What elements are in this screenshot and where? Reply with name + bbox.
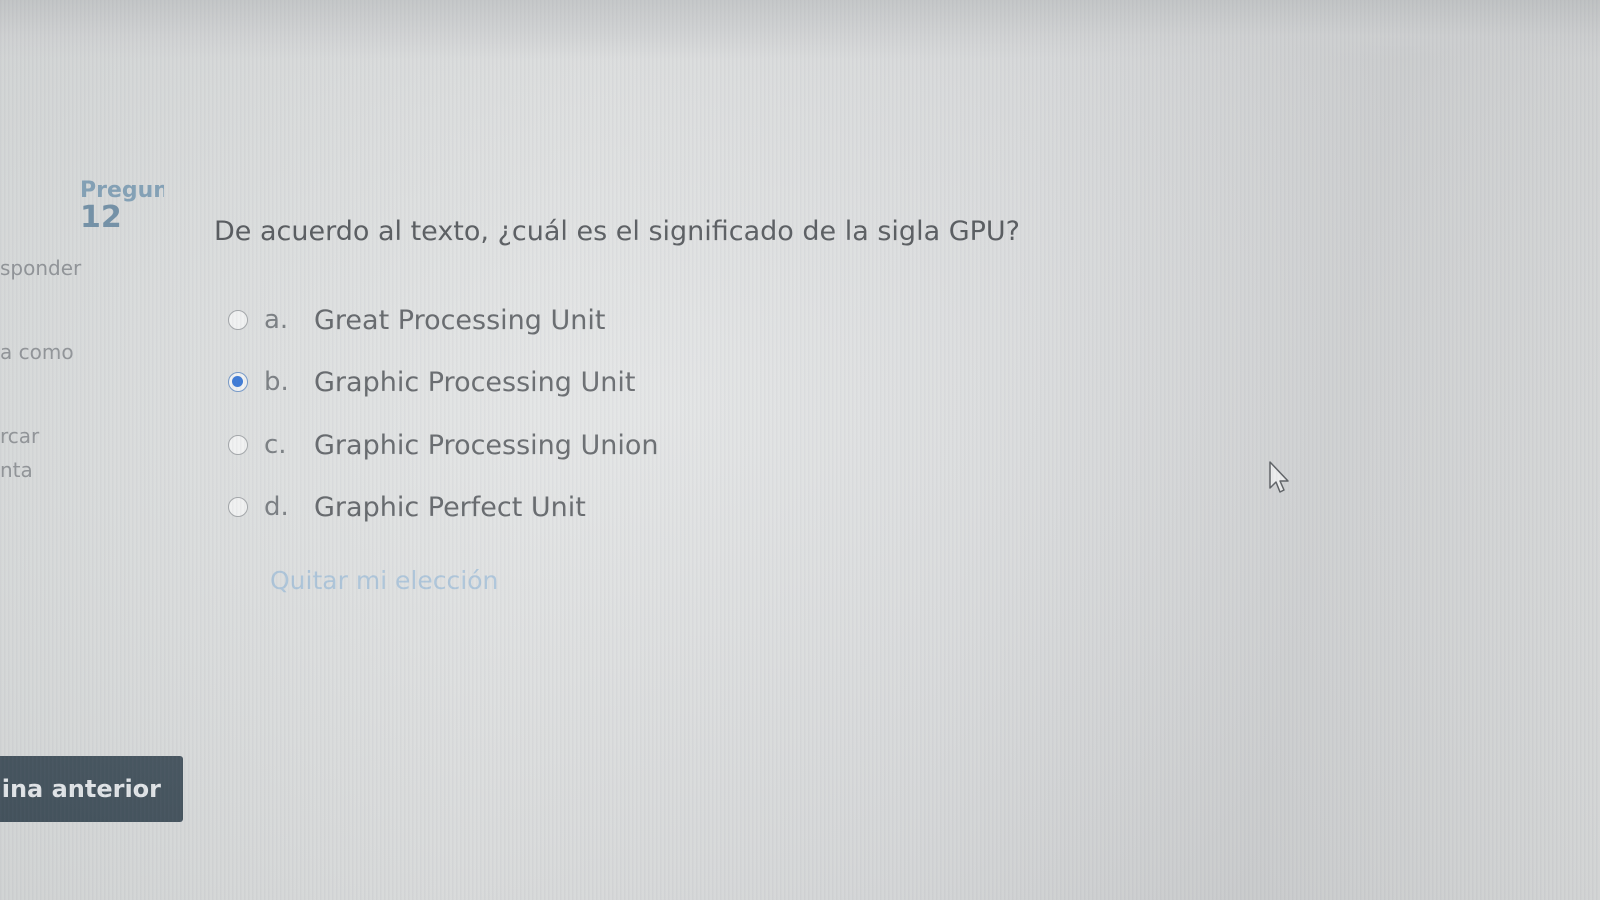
flag-question-link-line2[interactable]: nta [0,458,33,482]
answer-letter: a. [264,305,289,335]
answer-option-b[interactable]: b. Graphic Processing Unit [228,362,635,402]
radio-button-a[interactable] [228,310,248,330]
answer-option-c[interactable]: c. Graphic Processing Union [228,425,659,465]
answer-label: Graphic Processing Union [314,429,659,461]
top-band [0,0,1600,60]
answer-option-d[interactable]: d. Graphic Perfect Unit [228,487,586,527]
previous-page-button[interactable]: ina anterior [0,756,183,822]
question-mark-hint: a como [0,340,74,364]
answer-label: Graphic Perfect Unit [314,491,586,523]
question-text: De acuerdo al texto, ¿cuál es el signifi… [214,216,1020,247]
clear-choice-link[interactable]: Quitar mi elección [270,566,498,595]
radio-button-b[interactable] [228,372,248,392]
answer-option-a[interactable]: a. Great Processing Unit [228,300,605,340]
flag-question-link-line1[interactable]: rcar [0,424,39,448]
answer-label: Graphic Processing Unit [314,366,636,398]
answer-letter: b. [264,367,289,397]
radio-button-d[interactable] [228,497,248,517]
question-number: 12 [80,200,122,235]
answer-label: Great Processing Unit [314,304,606,336]
answer-letter: d. [264,492,289,522]
mouse-pointer-icon [1269,461,1289,493]
answer-letter: c. [264,430,287,460]
question-status: sponder [0,256,82,280]
radio-button-c[interactable] [228,435,248,455]
